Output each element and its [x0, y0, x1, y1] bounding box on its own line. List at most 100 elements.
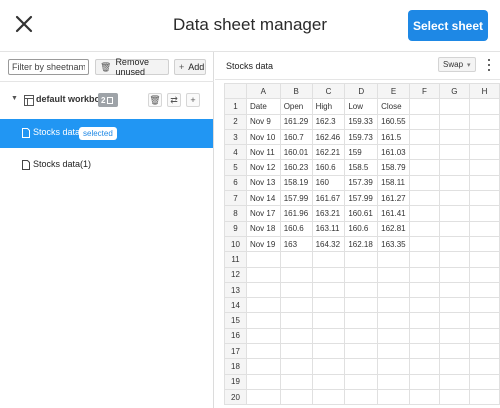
grid-cell[interactable] — [279, 251, 313, 268]
grid-cell[interactable]: 161.96 — [279, 205, 313, 222]
grid-cell[interactable] — [409, 235, 440, 253]
grid-cell[interactable] — [409, 388, 440, 406]
grid-cell[interactable] — [438, 343, 470, 360]
grid-cell[interactable] — [468, 128, 500, 146]
grid-cell[interactable] — [409, 205, 440, 222]
grid-cell[interactable]: 164.32 — [311, 235, 346, 253]
grid-cell[interactable] — [279, 281, 313, 299]
grid-cell[interactable] — [311, 251, 346, 268]
column-header[interactable]: F — [409, 82, 440, 100]
grid-cell[interactable]: Nov 10 — [245, 128, 281, 146]
grid-cell[interactable]: Open — [279, 98, 313, 115]
grid-cell[interactable]: 161.29 — [279, 113, 313, 130]
grid-cell[interactable] — [377, 388, 411, 406]
grid-cell[interactable]: 160.6 — [344, 220, 379, 237]
grid-cell[interactable] — [245, 297, 281, 314]
grid-cell[interactable] — [409, 159, 440, 176]
grid-cell[interactable] — [245, 343, 281, 360]
grid-cell[interactable]: 160.61 — [344, 205, 379, 222]
grid-cell[interactable] — [438, 373, 470, 390]
grid-cell[interactable]: 161.5 — [377, 128, 411, 146]
grid-cell[interactable] — [468, 358, 500, 375]
grid-cell[interactable] — [438, 98, 470, 115]
grid-cell[interactable]: 162.81 — [377, 220, 411, 237]
grid-cell[interactable] — [438, 358, 470, 375]
row-number[interactable]: 16 — [224, 327, 247, 345]
grid-cell[interactable]: 160 — [311, 174, 346, 192]
row-number[interactable]: 13 — [224, 281, 247, 299]
grid-cell[interactable] — [377, 281, 411, 299]
row-number[interactable]: 3 — [224, 128, 247, 146]
grid-cell[interactable] — [409, 358, 440, 375]
grid-cell[interactable] — [344, 251, 379, 268]
remove-unused-button[interactable]: 🗑 Remove unused — [95, 57, 169, 77]
grid-cell[interactable] — [279, 297, 313, 314]
grid-cell[interactable]: 162.21 — [311, 144, 346, 161]
grid-cell[interactable] — [468, 220, 500, 237]
grid-cell[interactable] — [409, 174, 440, 192]
grid-cell[interactable] — [468, 266, 500, 283]
row-number[interactable]: 8 — [224, 205, 247, 222]
grid-cell[interactable] — [438, 266, 470, 283]
grid-cell[interactable] — [245, 281, 281, 299]
grid-cell[interactable] — [409, 281, 440, 299]
grid-cell[interactable] — [344, 388, 379, 406]
grid-cell[interactable] — [438, 251, 470, 268]
grid-cell[interactable] — [438, 235, 470, 253]
grid-cell[interactable]: 163.21 — [311, 205, 346, 222]
grid-cell[interactable] — [468, 190, 500, 207]
grid-cell[interactable] — [311, 312, 346, 329]
select-sheet-button[interactable]: Select sheet — [408, 10, 488, 41]
grid-cell[interactable] — [344, 327, 379, 345]
grid-cell[interactable] — [468, 327, 500, 345]
grid-cell[interactable] — [468, 113, 500, 130]
grid-cell[interactable] — [279, 327, 313, 345]
grid-cell[interactable] — [377, 312, 411, 329]
grid-cell[interactable] — [468, 343, 500, 360]
more-options-icon[interactable] — [486, 58, 492, 72]
grid-cell[interactable] — [438, 281, 470, 299]
column-header[interactable]: A — [245, 82, 281, 100]
row-number[interactable]: 12 — [224, 266, 247, 283]
grid-cell[interactable]: 159 — [344, 144, 379, 161]
row-number[interactable]: 6 — [224, 174, 247, 192]
grid-cell[interactable] — [438, 327, 470, 345]
grid-cell[interactable] — [468, 297, 500, 314]
sheet-item-stocks-data[interactable]: Stocks data selected — [0, 119, 213, 148]
grid-cell[interactable] — [409, 128, 440, 146]
grid-cell[interactable] — [245, 327, 281, 345]
grid-cell[interactable]: 157.99 — [344, 190, 379, 207]
column-header[interactable]: E — [377, 82, 411, 100]
spreadsheet-grid[interactable]: ABCDEFGH 1 Date Open High Low Close 2 Nov 9 161.… — [224, 82, 500, 406]
grid-cell[interactable]: 161.41 — [377, 205, 411, 222]
grid-cell[interactable] — [438, 174, 470, 192]
grid-cell[interactable] — [377, 266, 411, 283]
grid-cell[interactable] — [409, 144, 440, 161]
grid-cell[interactable] — [344, 358, 379, 375]
grid-cell[interactable]: Nov 12 — [245, 159, 281, 176]
grid-cell[interactable] — [409, 297, 440, 314]
grid-cell[interactable]: 160.7 — [279, 128, 313, 146]
grid-cell[interactable] — [279, 312, 313, 329]
grid-cell[interactable] — [279, 388, 313, 406]
grid-cell[interactable] — [377, 251, 411, 268]
grid-cell[interactable] — [344, 297, 379, 314]
grid-cell[interactable] — [438, 205, 470, 222]
grid-cell[interactable]: Date — [245, 98, 281, 115]
grid-cell[interactable] — [344, 343, 379, 360]
grid-cell[interactable]: Nov 11 — [245, 144, 281, 161]
add-button[interactable]: + Add — [174, 59, 206, 75]
grid-cell[interactable] — [438, 113, 470, 130]
grid-cell[interactable] — [409, 373, 440, 390]
grid-cell[interactable]: 163 — [279, 235, 313, 253]
grid-cell[interactable] — [377, 358, 411, 375]
grid-cell[interactable]: High — [311, 98, 346, 115]
column-header[interactable]: G — [438, 82, 470, 100]
grid-cell[interactable] — [377, 373, 411, 390]
grid-cell[interactable] — [377, 327, 411, 345]
grid-cell[interactable]: 162.3 — [311, 113, 346, 130]
row-number[interactable]: 7 — [224, 190, 247, 207]
swap-workbook-icon[interactable]: ⇄ — [167, 93, 181, 107]
grid-cell[interactable] — [311, 266, 346, 283]
grid-cell[interactable]: 161.67 — [311, 190, 346, 207]
